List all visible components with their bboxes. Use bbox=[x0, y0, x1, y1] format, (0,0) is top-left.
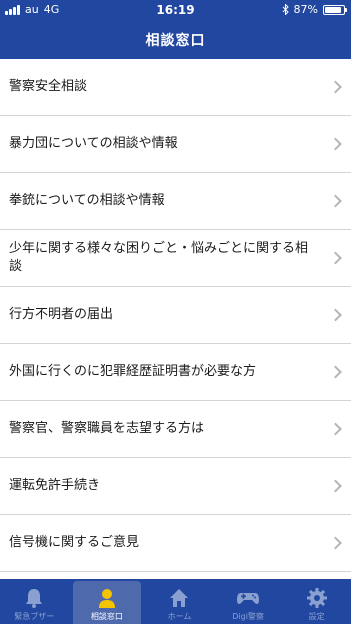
tab-label: Digi警察 bbox=[232, 612, 264, 621]
tab-digi-police[interactable]: Digi警察 bbox=[214, 579, 283, 624]
tab-label: 相談窓口 bbox=[90, 612, 123, 621]
battery-icon bbox=[323, 4, 347, 15]
list-item-police-recruitment[interactable]: 警察官、警察職員を志望する方は bbox=[0, 401, 351, 458]
tab-settings[interactable]: 設定 bbox=[282, 579, 351, 624]
list-item-safety-consultation[interactable]: 警察安全相談 bbox=[0, 59, 351, 116]
header-bar: au 4G 16:19 87% 相談窓口 bbox=[0, 0, 351, 59]
list-item-label: 拳銃についての相談や情報 bbox=[9, 193, 165, 208]
tab-bar: 緊急ブザー 相談窓口 ホーム Digi警察 設定 bbox=[0, 579, 351, 624]
tab-label: ホーム bbox=[167, 612, 192, 621]
list-item-label: 信号機に関するご意見 bbox=[9, 535, 140, 550]
list-item-firearm-consultation[interactable]: 拳銃についての相談や情報 bbox=[0, 173, 351, 230]
list-item-traffic-signal-feedback[interactable]: 信号機に関するご意見 bbox=[0, 515, 351, 572]
list-item-criminal-record-certificate[interactable]: 外国に行くのに犯罪経歴証明書が必要な方 bbox=[0, 344, 351, 401]
list-item-drivers-license[interactable]: 運転免許手続き bbox=[0, 458, 351, 515]
status-right: 87% bbox=[282, 3, 347, 16]
status-bar: au 4G 16:19 87% bbox=[0, 0, 351, 20]
home-icon bbox=[170, 589, 189, 607]
tab-label: 設定 bbox=[308, 612, 325, 621]
chevron-right-icon bbox=[329, 251, 342, 265]
list-item-label: 暴力団についての相談や情報 bbox=[9, 136, 178, 151]
gear-icon bbox=[306, 588, 327, 608]
list-item-missing-person[interactable]: 行方不明者の届出 bbox=[0, 287, 351, 344]
chevron-right-icon bbox=[329, 194, 342, 208]
list-item-label: 少年に関する様々な困りごと・悩みごとに関する相談 bbox=[9, 241, 309, 274]
list-item-label: 運転免許手続き bbox=[9, 478, 101, 493]
list-item-label: 外国に行くのに犯罪経歴証明書が必要な方 bbox=[9, 364, 257, 379]
list-item-gang-consultation[interactable]: 暴力団についての相談や情報 bbox=[0, 116, 351, 173]
chevron-right-icon bbox=[329, 365, 342, 379]
chevron-right-icon bbox=[329, 479, 342, 493]
page-title: 相談窓口 bbox=[145, 33, 206, 49]
tab-consultation[interactable]: 相談窓口 bbox=[72, 581, 142, 624]
bluetooth-icon bbox=[282, 4, 289, 15]
chevron-right-icon bbox=[329, 422, 342, 436]
tab-home[interactable]: ホーム bbox=[145, 579, 214, 624]
chevron-right-icon bbox=[329, 80, 342, 94]
gamepad-icon bbox=[237, 593, 260, 604]
chevron-right-icon bbox=[329, 137, 342, 151]
chevron-right-icon bbox=[329, 536, 342, 550]
list-item-label: 警察安全相談 bbox=[9, 79, 88, 94]
person-icon bbox=[98, 589, 115, 608]
list-item-label: 行方不明者の届出 bbox=[9, 307, 114, 322]
list-item-label: 警察官、警察職員を志望する方は bbox=[9, 421, 205, 436]
chevron-right-icon bbox=[329, 308, 342, 322]
consultation-list: 警察安全相談 暴力団についての相談や情報 拳銃についての相談や情報 少年に関する… bbox=[0, 59, 351, 579]
tab-emergency-buzzer[interactable]: 緊急ブザー bbox=[0, 579, 69, 624]
tab-label: 緊急ブザー bbox=[14, 612, 55, 621]
battery-percent: 87% bbox=[293, 3, 318, 16]
list-item-youth-consultation[interactable]: 少年に関する様々な困りごと・悩みごとに関する相談 bbox=[0, 230, 351, 287]
bell-icon bbox=[26, 589, 43, 608]
